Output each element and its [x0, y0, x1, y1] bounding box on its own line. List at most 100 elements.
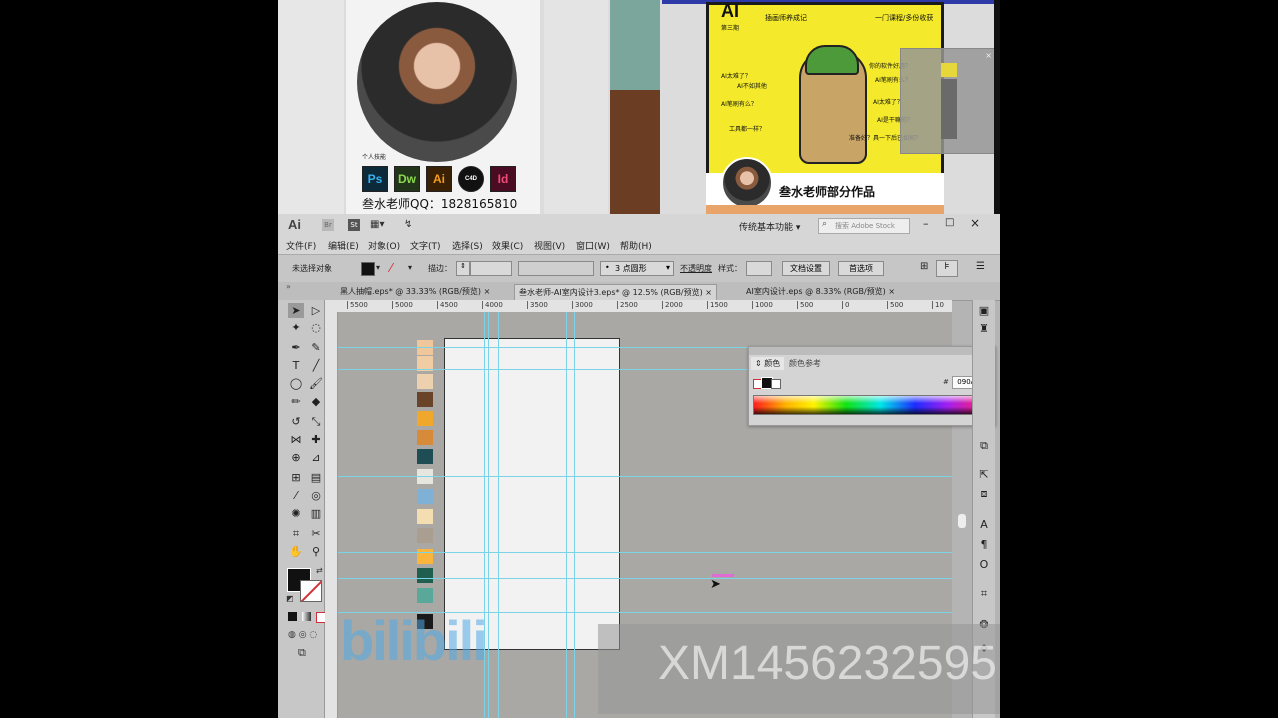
transform-icon[interactable]: ⊧ [936, 260, 958, 277]
symbol-sprayer-tool-icon[interactable]: ✺ [288, 506, 304, 521]
menu-effect[interactable]: 效果(C) [492, 239, 523, 252]
color-swatch[interactable] [417, 568, 433, 583]
document-setup-button[interactable]: 文档设置 [782, 261, 830, 276]
chevron-down-icon[interactable]: ▾ [408, 263, 412, 272]
stroke-stepper[interactable]: ⇕ [456, 261, 470, 276]
color-swatch[interactable] [417, 509, 433, 524]
paintbrush-tool-icon[interactable]: 🖌 [308, 376, 324, 391]
selection-tool-icon[interactable]: ➤ [288, 303, 304, 318]
default-colors-icon[interactable]: ◩ [286, 594, 294, 603]
perspective-grid-tool-icon[interactable]: ⊿ [308, 450, 324, 465]
stroke-color-box[interactable] [300, 580, 322, 602]
libraries-icon[interactable]: ▣ [975, 302, 993, 318]
fill-color-swatch[interactable] [361, 262, 375, 276]
stroke-weight-input[interactable] [470, 261, 512, 276]
menu-select[interactable]: 选择(S) [452, 239, 483, 252]
transform-panel-icon[interactable]: ⌗ [975, 586, 993, 602]
color-swatch[interactable] [417, 449, 433, 464]
eyedropper-tool-icon[interactable]: ⁄ [288, 488, 304, 503]
color-swatch[interactable] [417, 374, 433, 389]
panel-menu-icon[interactable]: ☰ [976, 261, 985, 272]
variable-width-dropdown[interactable] [518, 261, 594, 276]
gradient-tool-icon[interactable]: ▤ [308, 470, 324, 485]
gradient-mode-icon[interactable] [302, 612, 311, 621]
pencil-tool-icon[interactable]: ✏ [288, 394, 304, 409]
rotate-tool-icon[interactable]: ↺ [288, 414, 304, 429]
brush-dropdown[interactable]: • 3 点圆形 ▾ [600, 261, 674, 276]
ellipse-tool-icon[interactable]: ◯ [288, 376, 304, 391]
column-graph-tool-icon[interactable]: ▥ [308, 506, 324, 521]
close-window-button[interactable]: × [970, 216, 980, 230]
white-color-icon[interactable] [771, 379, 781, 389]
lasso-tool-icon[interactable]: ◌ [308, 320, 324, 335]
color-swatch[interactable] [417, 489, 433, 504]
paragraph-icon[interactable]: ¶ [975, 536, 993, 552]
color-swatch[interactable] [417, 430, 433, 445]
puppet-icon[interactable]: ♜ [975, 320, 993, 336]
pen-tool-icon[interactable]: ✒ [288, 340, 304, 355]
opacity-label[interactable]: 不透明度 [680, 263, 712, 274]
dreamweaver-icon: Dw [394, 166, 420, 192]
tab-color-guide[interactable]: 颜色参考 [789, 358, 821, 369]
magic-wand-tool-icon[interactable]: ✦ [288, 320, 304, 335]
asset-export-icon[interactable]: ⧉ [975, 438, 993, 454]
zoom-tool-icon[interactable]: ⚲ [308, 544, 324, 559]
stock-icon[interactable]: St [348, 219, 360, 231]
panel-collapse-icon[interactable]: » [286, 282, 326, 300]
menu-edit[interactable]: 编辑(E) [328, 239, 359, 252]
close-icon[interactable]: × [985, 51, 992, 60]
chevron-down-icon[interactable]: ▾ [376, 263, 380, 272]
color-spectrum[interactable] [753, 395, 985, 415]
mesh-tool-icon[interactable]: ⊞ [288, 470, 304, 485]
style-dropdown[interactable] [746, 261, 772, 276]
panel-grip[interactable] [749, 347, 995, 355]
bridge-icon[interactable]: Br [322, 219, 334, 231]
workspace-switcher[interactable]: 传统基本功能 ▾ [739, 220, 800, 233]
stock-search-field[interactable]: ⌕ 搜索 Adobe Stock [818, 218, 910, 234]
curvature-tool-icon[interactable]: ✎ [308, 340, 324, 355]
screen-mode-icon[interactable]: ⧉ [298, 646, 306, 660]
color-swatch[interactable] [417, 588, 433, 603]
color-swatch[interactable] [417, 411, 433, 426]
slice-tool-icon[interactable]: ✂ [308, 526, 324, 541]
line-tool-icon[interactable]: ╱ [308, 358, 324, 373]
color-mode-icon[interactable] [288, 612, 297, 621]
maximize-button[interactable]: □ [945, 217, 954, 228]
type-tool-icon[interactable]: T [288, 358, 304, 373]
tab-color[interactable]: ⇕ 颜色 [751, 357, 785, 370]
shape-builder-tool-icon[interactable]: ⊕ [288, 450, 304, 465]
gpu-performance-icon[interactable]: ↯ [404, 219, 418, 231]
drawing-mode-icon[interactable]: ◍ ◎ ◌ [288, 630, 317, 640]
eraser-tool-icon[interactable]: ◆ [308, 394, 324, 409]
direct-selection-tool-icon[interactable]: ▷ [308, 303, 324, 318]
thumbnail-image[interactable] [941, 63, 957, 77]
artboard[interactable] [444, 338, 620, 650]
scale-tool-icon[interactable]: ⤡ [308, 414, 324, 429]
menu-object[interactable]: 对象(O) [368, 239, 400, 252]
preferences-button[interactable]: 首选项 [838, 261, 884, 276]
stroke-none-icon[interactable]: ⁄ [390, 261, 392, 275]
color-swatch[interactable] [417, 392, 433, 407]
menu-window[interactable]: 窗口(W) [576, 239, 610, 252]
menu-file[interactable]: 文件(F) [286, 239, 316, 252]
swap-fill-stroke-icon[interactable]: ⇄ [316, 566, 323, 575]
align-icon[interactable]: ⊞ [920, 261, 928, 272]
vertical-scrollbar[interactable] [958, 514, 966, 528]
puppet-warp-tool-icon[interactable]: ✚ [308, 432, 324, 447]
hand-tool-icon[interactable]: ✋ [288, 544, 304, 559]
menu-help[interactable]: 帮助(H) [620, 239, 652, 252]
export-icon[interactable]: ⇱ [975, 466, 993, 482]
opentype-icon[interactable]: O [975, 556, 993, 572]
profile-label: 个人技能 [362, 154, 387, 161]
character-icon[interactable]: A [975, 516, 993, 532]
arrange-documents-icon[interactable]: ▦▾ [370, 219, 392, 231]
menu-type[interactable]: 文字(T) [410, 239, 441, 252]
minimize-button[interactable]: – [923, 217, 929, 230]
color-panel: ⇕ 颜色 颜色参考 ≡ # 090A0A [748, 346, 996, 426]
blend-tool-icon[interactable]: ◎ [308, 488, 324, 503]
artboard-tool-icon[interactable]: ⌗ [288, 526, 304, 541]
menu-view[interactable]: 视图(V) [534, 239, 565, 252]
artboards-icon[interactable]: ⧈ [975, 486, 993, 502]
color-swatch[interactable] [417, 528, 433, 543]
width-tool-icon[interactable]: ⋈ [288, 432, 304, 447]
